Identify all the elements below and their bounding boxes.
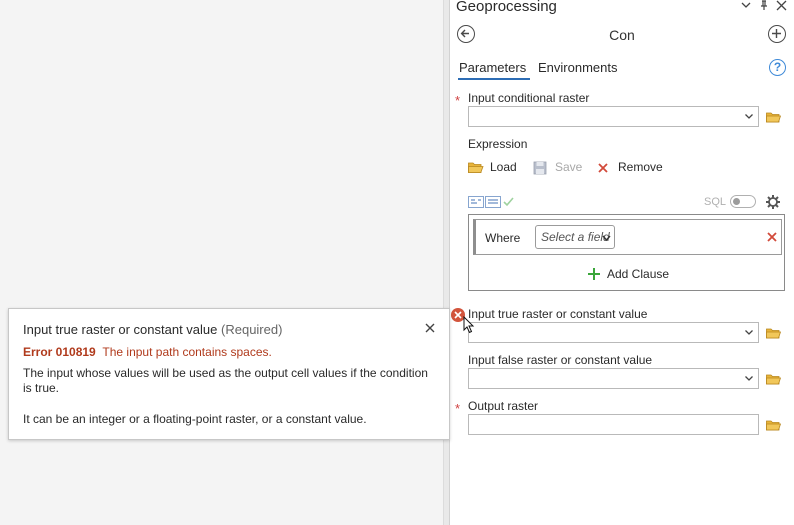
browse-folder-icon[interactable] [766,373,781,385]
geoprocessing-pane: Geoprocessing Con Parameters Environment… [450,0,794,525]
sql-label: SQL [704,196,727,208]
load-label: Load [490,160,517,174]
tooltip-title-text: Input true raster or constant value [23,322,218,337]
close-tooltip-icon[interactable] [425,323,435,333]
folder-open-icon [468,162,484,173]
clause-mode-icon [468,196,484,208]
active-tab-indicator [458,78,530,80]
field-select-placeholder: Select a field [541,230,610,244]
expression-mode-tools [468,195,528,212]
output-raster-input[interactable] [468,414,759,435]
pane-title: Geoprocessing [456,0,557,15]
output-raster-label: Output raster [468,399,539,413]
required-marker: * [455,93,461,108]
field-select[interactable]: Select a field [535,225,615,249]
error-message: The input path contains spaces. [102,345,272,359]
remove-x-icon [598,163,608,173]
remove-clause-icon[interactable] [766,231,778,243]
add-clause-label: Add Clause [607,267,670,281]
required-marker: * [455,401,461,416]
save-label: Save [555,160,583,174]
verify-check-icon [503,197,514,207]
chevron-down-icon [745,376,753,381]
input-true-raster-label: Input true raster or constant value [468,307,648,321]
input-false-raster-label: Input false raster or constant value [468,353,653,367]
browse-folder-icon[interactable] [766,419,781,431]
tooltip-error: Error 010819 The input path contains spa… [23,345,272,359]
tooltip-description: The input whose values will be used as t… [23,366,428,395]
add-icon[interactable] [768,25,786,43]
where-label: Where [485,231,521,245]
input-true-raster-dropdown[interactable] [468,322,759,343]
toggle-knob [733,198,740,205]
parameter-tooltip: Input true raster or constant value (Req… [8,308,450,440]
input-conditional-raster-dropdown[interactable] [468,106,759,127]
chevron-down-icon [745,114,753,119]
gear-icon[interactable] [765,194,781,210]
list-mode-icon [485,196,501,208]
where-clause-row: Where Select a field [473,219,782,255]
tooltip-description-2: It can be an integer or a floating-point… [23,412,367,426]
pin-icon[interactable] [757,0,771,14]
tooltip-required-text: (Required) [221,322,283,337]
browse-folder-icon[interactable] [766,111,781,123]
browse-folder-icon[interactable] [766,327,781,339]
mouse-cursor-icon [463,316,475,334]
error-code: Error 010819 [23,345,96,359]
sql-toggle[interactable] [730,195,756,208]
chevron-down-icon [602,235,611,242]
tool-name: Con [609,27,635,43]
input-false-raster-dropdown[interactable] [468,368,759,389]
expression-label: Expression [468,137,528,151]
close-pane-icon[interactable] [774,0,788,14]
plus-icon [588,268,600,280]
query-builder: Where Select a field Add Clause [468,214,785,291]
map-view-area [0,0,443,525]
tooltip-title: Input true raster or constant value (Req… [23,322,282,337]
help-icon[interactable]: ? [769,59,786,76]
remove-label: Remove [618,160,663,174]
tab-parameters[interactable]: Parameters [459,60,526,75]
chevron-down-icon [745,330,753,335]
pane-options-icon[interactable] [739,0,753,14]
pane-splitter[interactable] [443,0,450,525]
input-conditional-raster-label: Input conditional raster [468,91,590,105]
tab-environments[interactable]: Environments [538,60,617,75]
save-icon [533,161,547,175]
